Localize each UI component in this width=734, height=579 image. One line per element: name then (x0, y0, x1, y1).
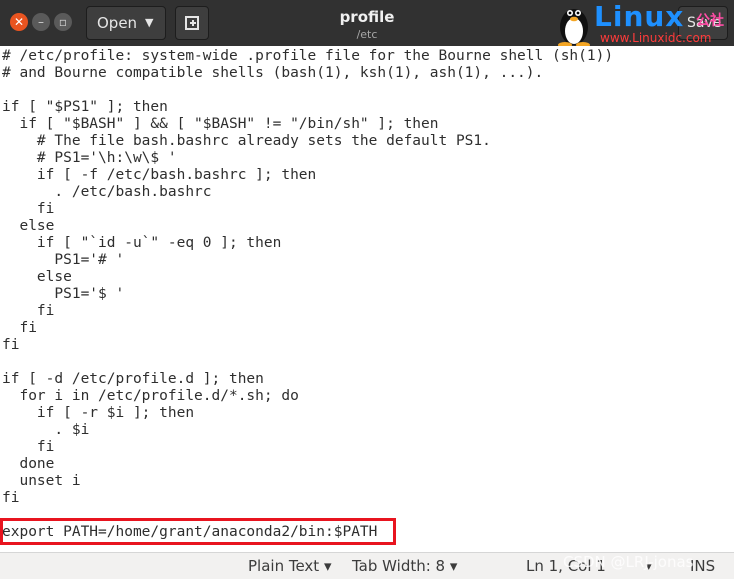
highlight-annotation-box (0, 518, 396, 545)
code-line[interactable]: fi (2, 337, 734, 354)
code-line[interactable]: # The file bash.bashrc already sets the … (2, 133, 734, 150)
code-line[interactable]: # PS1='\h:\w\$ ' (2, 150, 734, 167)
code-line[interactable]: PS1='# ' (2, 252, 734, 269)
code-line[interactable]: fi (2, 320, 734, 337)
text-editor-area[interactable]: # /etc/profile: system-wide .profile fil… (0, 46, 734, 552)
logo-url: www.Linuxidc.com (600, 31, 712, 45)
code-line[interactable]: if [ "$BASH" ] && [ "$BASH" != "/bin/sh"… (2, 116, 734, 133)
insert-mode-indicator: INS (690, 557, 716, 575)
code-line[interactable]: for i in /etc/profile.d/*.sh; do (2, 388, 734, 405)
code-line[interactable]: if [ -r $i ]; then (2, 405, 734, 422)
linux-logo-watermark: Linux 公社 www.Linuxidc.com (556, 0, 734, 52)
code-line[interactable]: done (2, 456, 734, 473)
code-line[interactable]: if [ -d /etc/profile.d ]; then (2, 371, 734, 388)
status-bar: Plain Text ▾ Tab Width: 8 ▾ Ln 1, Col 1 … (0, 552, 734, 579)
code-line[interactable]: fi (2, 490, 734, 507)
code-content[interactable]: # /etc/profile: system-wide .profile fil… (0, 46, 734, 541)
tux-penguin-icon (558, 9, 590, 48)
code-line[interactable]: PS1='$ ' (2, 286, 734, 303)
logo-text: Linux (594, 0, 685, 33)
code-line[interactable]: fi (2, 439, 734, 456)
code-line[interactable]: else (2, 269, 734, 286)
code-line[interactable] (2, 82, 734, 99)
code-line[interactable]: . $i (2, 422, 734, 439)
code-line[interactable]: if [ -f /etc/bash.bashrc ]; then (2, 167, 734, 184)
logo-chinese-text: 公社 (696, 13, 724, 29)
csdn-watermark: CSDN @LRJ-jonas (563, 553, 694, 571)
code-line[interactable]: fi (2, 303, 734, 320)
code-line[interactable]: . /etc/bash.bashrc (2, 184, 734, 201)
code-line[interactable]: if [ "`id -u`" -eq 0 ]; then (2, 235, 734, 252)
code-line[interactable]: else (2, 218, 734, 235)
code-line[interactable]: if [ "$PS1" ]; then (2, 99, 734, 116)
code-line[interactable]: # and Bourne compatible shells (bash(1),… (2, 65, 734, 82)
tab-width-selector[interactable]: Tab Width: 8 ▾ (352, 557, 457, 575)
code-line[interactable]: # /etc/profile: system-wide .profile fil… (2, 48, 734, 65)
code-line[interactable]: fi (2, 201, 734, 218)
language-selector[interactable]: Plain Text ▾ (248, 557, 331, 575)
code-line[interactable]: unset i (2, 473, 734, 490)
code-line[interactable] (2, 354, 734, 371)
